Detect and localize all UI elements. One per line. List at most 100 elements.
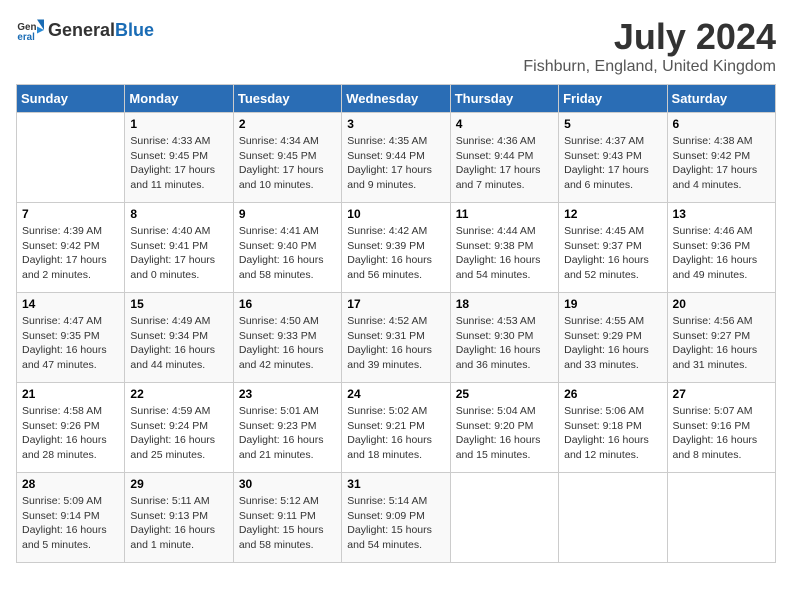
week-row-2: 7 Sunrise: 4:39 AM Sunset: 9:42 PM Daylig…: [17, 203, 776, 293]
day-number: 6: [673, 117, 770, 131]
cell-content: Sunrise: 5:06 AM Sunset: 9:18 PM Dayligh…: [564, 404, 661, 463]
location-title: Fishburn, England, United Kingdom: [523, 58, 776, 76]
day-number: 8: [130, 207, 227, 221]
title-section: July 2024 Fishburn, England, United King…: [523, 16, 776, 76]
calendar-cell: 1 Sunrise: 4:33 AM Sunset: 9:45 PM Daylig…: [125, 113, 233, 203]
cell-content: Sunrise: 5:14 AM Sunset: 9:09 PM Dayligh…: [347, 494, 444, 553]
calendar-cell: 30 Sunrise: 5:12 AM Sunset: 9:11 PM Dayli…: [233, 473, 341, 563]
day-number: 24: [347, 387, 444, 401]
day-number: 25: [456, 387, 553, 401]
day-number: 14: [22, 297, 119, 311]
day-number: 21: [22, 387, 119, 401]
day-number: 17: [347, 297, 444, 311]
logo-icon: Gen eral: [16, 16, 44, 44]
cell-content: Sunrise: 4:45 AM Sunset: 9:37 PM Dayligh…: [564, 224, 661, 283]
day-number: 2: [239, 117, 336, 131]
column-header-friday: Friday: [559, 85, 667, 113]
cell-content: Sunrise: 4:52 AM Sunset: 9:31 PM Dayligh…: [347, 314, 444, 373]
cell-content: Sunrise: 4:36 AM Sunset: 9:44 PM Dayligh…: [456, 134, 553, 193]
day-number: 30: [239, 477, 336, 491]
cell-content: Sunrise: 4:35 AM Sunset: 9:44 PM Dayligh…: [347, 134, 444, 193]
cell-content: Sunrise: 4:33 AM Sunset: 9:45 PM Dayligh…: [130, 134, 227, 193]
cell-content: Sunrise: 4:40 AM Sunset: 9:41 PM Dayligh…: [130, 224, 227, 283]
day-number: 27: [673, 387, 770, 401]
week-row-5: 28 Sunrise: 5:09 AM Sunset: 9:14 PM Dayli…: [17, 473, 776, 563]
calendar-cell: 18 Sunrise: 4:53 AM Sunset: 9:30 PM Dayli…: [450, 293, 558, 383]
cell-content: Sunrise: 4:44 AM Sunset: 9:38 PM Dayligh…: [456, 224, 553, 283]
calendar-cell: 14 Sunrise: 4:47 AM Sunset: 9:35 PM Dayli…: [17, 293, 125, 383]
cell-content: Sunrise: 4:38 AM Sunset: 9:42 PM Dayligh…: [673, 134, 770, 193]
cell-content: Sunrise: 4:46 AM Sunset: 9:36 PM Dayligh…: [673, 224, 770, 283]
column-header-tuesday: Tuesday: [233, 85, 341, 113]
day-number: 3: [347, 117, 444, 131]
page-header: Gen eral GeneralBlue July 2024 Fishburn,…: [16, 16, 776, 76]
day-number: 22: [130, 387, 227, 401]
day-number: 31: [347, 477, 444, 491]
calendar-cell: 16 Sunrise: 4:50 AM Sunset: 9:33 PM Dayli…: [233, 293, 341, 383]
cell-content: Sunrise: 5:04 AM Sunset: 9:20 PM Dayligh…: [456, 404, 553, 463]
calendar-cell: 20Sunrise: 4:56 AM Sunset: 9:27 PM Dayli…: [667, 293, 775, 383]
calendar-cell: 26 Sunrise: 5:06 AM Sunset: 9:18 PM Dayli…: [559, 383, 667, 473]
calendar-cell: 28 Sunrise: 5:09 AM Sunset: 9:14 PM Dayli…: [17, 473, 125, 563]
calendar-cell: 24 Sunrise: 5:02 AM Sunset: 9:21 PM Dayli…: [342, 383, 450, 473]
week-row-3: 14 Sunrise: 4:47 AM Sunset: 9:35 PM Dayli…: [17, 293, 776, 383]
calendar-cell: 23 Sunrise: 5:01 AM Sunset: 9:23 PM Dayli…: [233, 383, 341, 473]
logo: Gen eral GeneralBlue: [16, 16, 154, 44]
calendar-table: SundayMondayTuesdayWednesdayThursdayFrid…: [16, 84, 776, 563]
calendar-cell: 10 Sunrise: 4:42 AM Sunset: 9:39 PM Dayli…: [342, 203, 450, 293]
day-number: 26: [564, 387, 661, 401]
day-number: 28: [22, 477, 119, 491]
day-number: 18: [456, 297, 553, 311]
cell-content: Sunrise: 5:01 AM Sunset: 9:23 PM Dayligh…: [239, 404, 336, 463]
cell-content: Sunrise: 4:50 AM Sunset: 9:33 PM Dayligh…: [239, 314, 336, 373]
logo-text-general: General: [48, 20, 115, 40]
day-number: 19: [564, 297, 661, 311]
calendar-cell: 5 Sunrise: 4:37 AM Sunset: 9:43 PM Daylig…: [559, 113, 667, 203]
day-number: 11: [456, 207, 553, 221]
calendar-cell: 8 Sunrise: 4:40 AM Sunset: 9:41 PM Daylig…: [125, 203, 233, 293]
cell-content: Sunrise: 4:53 AM Sunset: 9:30 PM Dayligh…: [456, 314, 553, 373]
cell-content: Sunrise: 5:12 AM Sunset: 9:11 PM Dayligh…: [239, 494, 336, 553]
logo-text-blue: Blue: [115, 20, 154, 40]
calendar-cell: 3 Sunrise: 4:35 AM Sunset: 9:44 PM Daylig…: [342, 113, 450, 203]
cell-content: Sunrise: 4:47 AM Sunset: 9:35 PM Dayligh…: [22, 314, 119, 373]
cell-content: Sunrise: 5:07 AM Sunset: 9:16 PM Dayligh…: [673, 404, 770, 463]
day-number: 13: [673, 207, 770, 221]
day-number: 5: [564, 117, 661, 131]
calendar-cell: 19Sunrise: 4:55 AM Sunset: 9:29 PM Dayli…: [559, 293, 667, 383]
cell-content: Sunrise: 4:37 AM Sunset: 9:43 PM Dayligh…: [564, 134, 661, 193]
day-number: 23: [239, 387, 336, 401]
calendar-cell: 9Sunrise: 4:41 AM Sunset: 9:40 PM Daylig…: [233, 203, 341, 293]
day-number: 15: [130, 297, 227, 311]
header-row: SundayMondayTuesdayWednesdayThursdayFrid…: [17, 85, 776, 113]
cell-content: Sunrise: 4:59 AM Sunset: 9:24 PM Dayligh…: [130, 404, 227, 463]
week-row-1: 1 Sunrise: 4:33 AM Sunset: 9:45 PM Daylig…: [17, 113, 776, 203]
column-header-monday: Monday: [125, 85, 233, 113]
calendar-cell: 7 Sunrise: 4:39 AM Sunset: 9:42 PM Daylig…: [17, 203, 125, 293]
cell-content: Sunrise: 5:09 AM Sunset: 9:14 PM Dayligh…: [22, 494, 119, 553]
calendar-cell: [450, 473, 558, 563]
calendar-cell: 22 Sunrise: 4:59 AM Sunset: 9:24 PM Dayli…: [125, 383, 233, 473]
calendar-cell: [667, 473, 775, 563]
calendar-cell: 25 Sunrise: 5:04 AM Sunset: 9:20 PM Dayli…: [450, 383, 558, 473]
day-number: 29: [130, 477, 227, 491]
cell-content: Sunrise: 5:02 AM Sunset: 9:21 PM Dayligh…: [347, 404, 444, 463]
day-number: 20: [673, 297, 770, 311]
column-header-saturday: Saturday: [667, 85, 775, 113]
day-number: 7: [22, 207, 119, 221]
calendar-cell: [17, 113, 125, 203]
calendar-cell: 31 Sunrise: 5:14 AM Sunset: 9:09 PM Dayli…: [342, 473, 450, 563]
column-header-sunday: Sunday: [17, 85, 125, 113]
cell-content: Sunrise: 4:34 AM Sunset: 9:45 PM Dayligh…: [239, 134, 336, 193]
cell-content: Sunrise: 5:11 AM Sunset: 9:13 PM Dayligh…: [130, 494, 227, 553]
day-number: 12: [564, 207, 661, 221]
day-number: 1: [130, 117, 227, 131]
week-row-4: 21Sunrise: 4:58 AM Sunset: 9:26 PM Dayli…: [17, 383, 776, 473]
calendar-cell: [559, 473, 667, 563]
day-number: 10: [347, 207, 444, 221]
day-number: 16: [239, 297, 336, 311]
cell-content: Sunrise: 4:42 AM Sunset: 9:39 PM Dayligh…: [347, 224, 444, 283]
calendar-cell: 13 Sunrise: 4:46 AM Sunset: 9:36 PM Dayli…: [667, 203, 775, 293]
cell-content: Sunrise: 4:39 AM Sunset: 9:42 PM Dayligh…: [22, 224, 119, 283]
calendar-cell: 21Sunrise: 4:58 AM Sunset: 9:26 PM Dayli…: [17, 383, 125, 473]
